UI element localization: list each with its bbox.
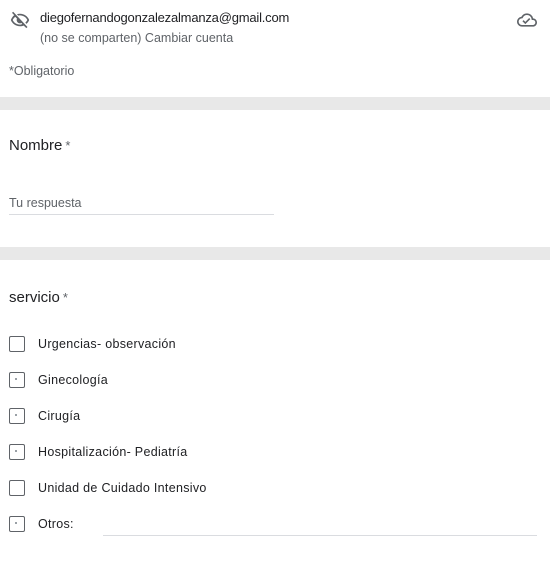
option-urgencias[interactable]: Urgencias- observación bbox=[9, 334, 176, 354]
switch-account-link[interactable]: Cambiar cuenta bbox=[145, 31, 233, 45]
option-label: Cirugía bbox=[38, 409, 81, 423]
option-label: Otros: bbox=[38, 517, 74, 531]
cloud-done-icon[interactable] bbox=[517, 10, 537, 30]
account-email: diegofernandogonzalezalmanza@gmail.com bbox=[40, 10, 290, 25]
option-uci[interactable]: Unidad de Cuidado Intensivo bbox=[9, 478, 207, 498]
eye-off-icon bbox=[10, 10, 30, 30]
option-otros[interactable]: Otros: bbox=[9, 514, 74, 534]
option-label: Unidad de Cuidado Intensivo bbox=[38, 481, 207, 495]
question-title-nombre: Nombre * bbox=[9, 137, 70, 154]
option-ginecologia[interactable]: Ginecología bbox=[9, 370, 108, 390]
nombre-answer-input[interactable] bbox=[9, 192, 274, 215]
option-label: Hospitalización- Pediatría bbox=[38, 445, 188, 459]
checkbox[interactable] bbox=[9, 408, 25, 424]
not-shared-label: (no se comparten) bbox=[40, 31, 142, 45]
question-title-text: Nombre bbox=[9, 137, 63, 154]
option-label: Ginecología bbox=[38, 373, 109, 387]
checkbox[interactable] bbox=[9, 480, 25, 496]
account-status: (no se comparten) Cambiar cuenta bbox=[40, 31, 233, 45]
question-title-servicio: servicio * bbox=[9, 289, 68, 306]
checkbox[interactable] bbox=[9, 336, 25, 352]
option-hospitalizacion[interactable]: Hospitalización- Pediatría bbox=[9, 442, 188, 462]
checkbox[interactable] bbox=[9, 372, 25, 388]
google-form-page: diegofernandogonzalezalmanza@gmail.com (… bbox=[0, 0, 550, 563]
section-separator bbox=[0, 247, 550, 260]
required-mark: * bbox=[65, 138, 71, 153]
checkbox[interactable] bbox=[9, 444, 25, 460]
account-header: diegofernandogonzalezalmanza@gmail.com (… bbox=[0, 0, 550, 100]
required-note: *Obligatorio bbox=[9, 64, 75, 78]
section-separator bbox=[0, 97, 550, 110]
option-cirugia[interactable]: Cirugía bbox=[9, 406, 80, 426]
required-mark: * bbox=[62, 290, 68, 305]
otros-text-input[interactable] bbox=[103, 517, 537, 536]
option-label: Urgencias- observación bbox=[38, 337, 176, 351]
checkbox[interactable] bbox=[9, 516, 25, 532]
question-title-text: servicio bbox=[9, 289, 60, 306]
